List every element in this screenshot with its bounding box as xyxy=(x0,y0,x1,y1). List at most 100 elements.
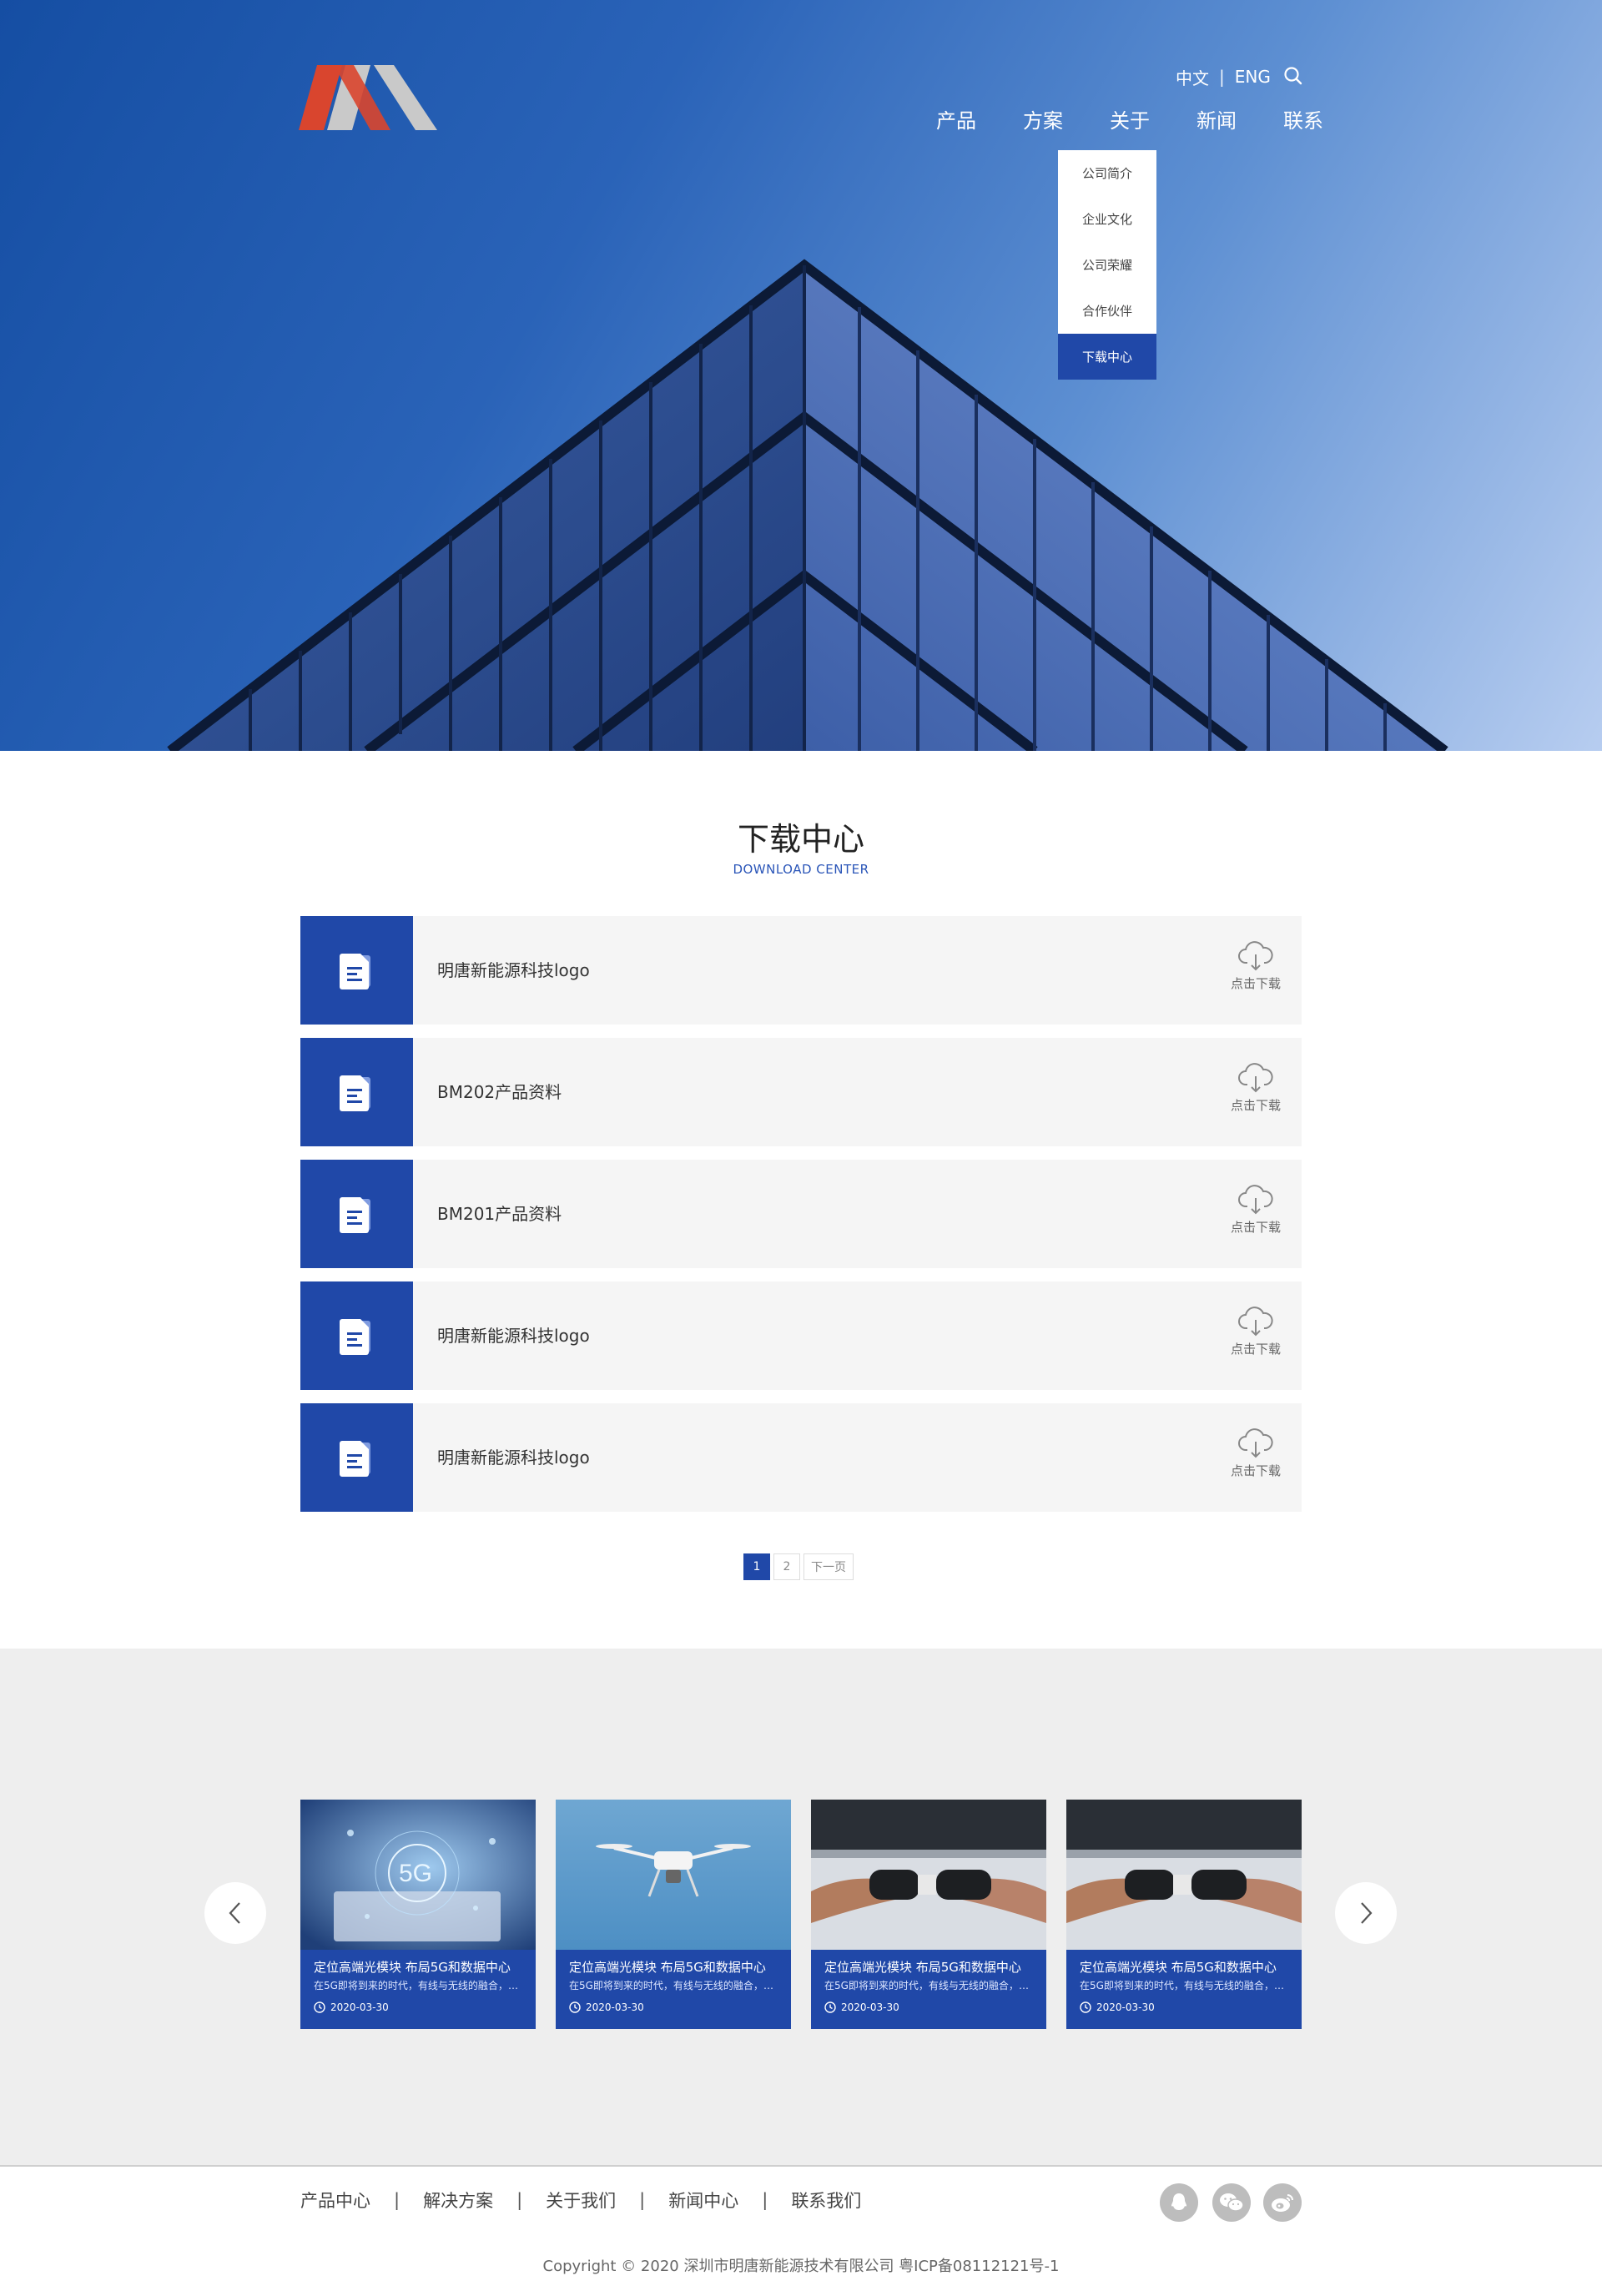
qq-icon xyxy=(1171,2193,1186,2210)
weibo-icon xyxy=(1272,2194,1293,2212)
menu-item-company-profile[interactable]: 公司简介 xyxy=(1058,150,1156,196)
news-image-5g: 5G xyxy=(300,1800,536,1950)
lang-chinese[interactable]: 中文 xyxy=(1176,65,1209,89)
cloud-download-icon xyxy=(1238,941,1273,971)
footer-link-news[interactable]: 新闻中心 xyxy=(668,2188,738,2213)
news-image-connector xyxy=(1066,1800,1302,1950)
news-date-row: 2020-03-30 xyxy=(1080,2001,1155,2013)
news-description: 在5G即将到来的时代，有线与无线的融合，已... xyxy=(314,1980,527,1991)
svg-text:5G: 5G xyxy=(399,1860,432,1887)
nav-solutions[interactable]: 方案 xyxy=(1000,107,1086,135)
download-item[interactable]: 明唐新能源科技logo 点击下载 xyxy=(300,916,1302,1025)
download-title: BM202产品资料 xyxy=(437,1082,562,1102)
download-button[interactable]: 点击下载 xyxy=(1227,1063,1285,1114)
footer-link-contact[interactable]: 联系我们 xyxy=(791,2188,861,2213)
download-title: 明唐新能源科技logo xyxy=(437,1448,590,1468)
news-title: 定位高端光模块 布局5G和数据中心 xyxy=(824,1960,1021,1975)
nav-contact[interactable]: 联系 xyxy=(1260,107,1347,135)
copyright-text: Copyright © 2020 深圳市明唐新能源技术有限公司 粤ICP备081… xyxy=(0,2238,1602,2296)
wechat-button[interactable] xyxy=(1212,2183,1251,2222)
wechat-icon xyxy=(1220,2193,1244,2212)
document-icon xyxy=(339,954,370,989)
news-description: 在5G即将到来的时代，有线与无线的融合，已... xyxy=(824,1980,1038,1991)
document-icon-box xyxy=(300,1403,413,1512)
lang-english[interactable]: ENG xyxy=(1235,67,1271,87)
footer-nav: 产品中心 | 解决方案 | 关于我们 | 新闻中心 | 联系我们 xyxy=(300,2188,861,2213)
download-label: 点击下载 xyxy=(1230,1098,1281,1113)
news-date: 2020-03-30 xyxy=(841,2001,899,2013)
qq-button[interactable] xyxy=(1160,2183,1198,2222)
menu-item-honors[interactable]: 公司荣耀 xyxy=(1058,242,1156,288)
news-card[interactable]: 定位高端光模块 布局5G和数据中心 在5G即将到来的时代，有线与无线的融合，已.… xyxy=(556,1800,791,2029)
download-item[interactable]: BM201产品资料 点击下载 xyxy=(300,1160,1302,1268)
pagination: 1 2 下一页 xyxy=(743,1553,854,1580)
document-icon-box xyxy=(300,1160,413,1268)
menu-item-culture[interactable]: 企业文化 xyxy=(1058,196,1156,242)
page-1-button[interactable]: 1 xyxy=(743,1553,770,1580)
page-2-button[interactable]: 2 xyxy=(773,1553,800,1580)
chevron-right-icon xyxy=(1361,1902,1373,1924)
next-page-button[interactable]: 下一页 xyxy=(804,1553,854,1580)
footer-separator: | xyxy=(639,2190,646,2210)
page-subtitle: DOWNLOAD CENTER xyxy=(733,862,869,877)
main-nav: 产品 方案 关于 新闻 联系 xyxy=(913,107,1347,135)
building-image xyxy=(167,259,1448,751)
clock-icon xyxy=(569,2001,581,2013)
document-icon xyxy=(339,1441,370,1477)
clock-icon xyxy=(824,2001,836,2013)
footer-divider xyxy=(0,2165,1602,2167)
download-item[interactable]: 明唐新能源科技logo 点击下载 xyxy=(300,1281,1302,1390)
chevron-left-icon xyxy=(229,1902,240,1924)
footer-separator: | xyxy=(516,2190,523,2210)
footer-link-solutions[interactable]: 解决方案 xyxy=(423,2188,493,2213)
download-button[interactable]: 点击下载 xyxy=(1227,1185,1285,1236)
download-item[interactable]: BM202产品资料 点击下载 xyxy=(300,1038,1302,1146)
news-date-row: 2020-03-30 xyxy=(569,2001,644,2013)
nav-about[interactable]: 关于 xyxy=(1086,107,1173,135)
cloud-download-icon xyxy=(1238,1063,1273,1093)
news-title: 定位高端光模块 布局5G和数据中心 xyxy=(1080,1960,1277,1975)
download-label: 点击下载 xyxy=(1230,976,1281,991)
news-image-drone xyxy=(556,1800,791,1950)
carousel-next-button[interactable] xyxy=(1335,1882,1397,1944)
menu-item-download-center[interactable]: 下载中心 xyxy=(1058,334,1156,380)
download-button[interactable]: 点击下载 xyxy=(1227,941,1285,992)
clock-icon xyxy=(314,2001,325,2013)
download-button[interactable]: 点击下载 xyxy=(1227,1307,1285,1357)
download-title: BM201产品资料 xyxy=(437,1204,562,1224)
nav-news[interactable]: 新闻 xyxy=(1173,107,1260,135)
cloud-download-icon xyxy=(1238,1307,1273,1337)
download-item[interactable]: 明唐新能源科技logo 点击下载 xyxy=(300,1403,1302,1512)
download-button[interactable]: 点击下载 xyxy=(1227,1428,1285,1479)
download-title: 明唐新能源科技logo xyxy=(437,960,590,980)
news-card[interactable]: 定位高端光模块 布局5G和数据中心 在5G即将到来的时代，有线与无线的融合，已.… xyxy=(1066,1800,1302,2029)
news-description: 在5G即将到来的时代，有线与无线的融合，已... xyxy=(569,1980,783,1991)
carousel-prev-button[interactable] xyxy=(204,1882,266,1944)
clock-icon xyxy=(1080,2001,1091,2013)
download-list: 明唐新能源科技logo 点击下载 BM202产品资料 点击下载 BM201产品资… xyxy=(300,916,1302,1525)
news-image-connector xyxy=(811,1800,1046,1950)
weibo-button[interactable] xyxy=(1263,2183,1302,2222)
footer-separator: | xyxy=(394,2190,400,2210)
news-title: 定位高端光模块 布局5G和数据中心 xyxy=(569,1960,766,1975)
news-date-row: 2020-03-30 xyxy=(314,2001,389,2013)
hero-banner: 中文 | ENG 产品 方案 关于 新闻 联系 公司简介 企业文化 公司荣耀 合… xyxy=(0,0,1602,751)
download-label: 点击下载 xyxy=(1230,1220,1281,1235)
language-switcher: 中文 | ENG xyxy=(1176,65,1271,88)
cloud-download-icon xyxy=(1238,1428,1273,1458)
document-icon-box xyxy=(300,916,413,1025)
brand-logo[interactable] xyxy=(299,65,437,130)
news-date: 2020-03-30 xyxy=(586,2001,644,2013)
search-icon[interactable] xyxy=(1282,65,1304,87)
news-date-row: 2020-03-30 xyxy=(824,2001,899,2013)
nav-products[interactable]: 产品 xyxy=(913,107,1000,135)
news-title: 定位高端光模块 布局5G和数据中心 xyxy=(314,1960,511,1975)
document-icon xyxy=(339,1075,370,1111)
footer-link-products[interactable]: 产品中心 xyxy=(300,2188,370,2213)
footer-link-about[interactable]: 关于我们 xyxy=(546,2188,616,2213)
about-dropdown-menu: 公司简介 企业文化 公司荣耀 合作伙伴 下载中心 xyxy=(1058,150,1156,380)
news-card[interactable]: 5G 定位高端光模块 布局5G和数据中心 在5G即将到来的时代，有线与无线的融合… xyxy=(300,1800,536,2029)
menu-item-partners[interactable]: 合作伙伴 xyxy=(1058,288,1156,334)
lang-separator: | xyxy=(1219,67,1225,87)
news-card[interactable]: 定位高端光模块 布局5G和数据中心 在5G即将到来的时代，有线与无线的融合，已.… xyxy=(811,1800,1046,2029)
